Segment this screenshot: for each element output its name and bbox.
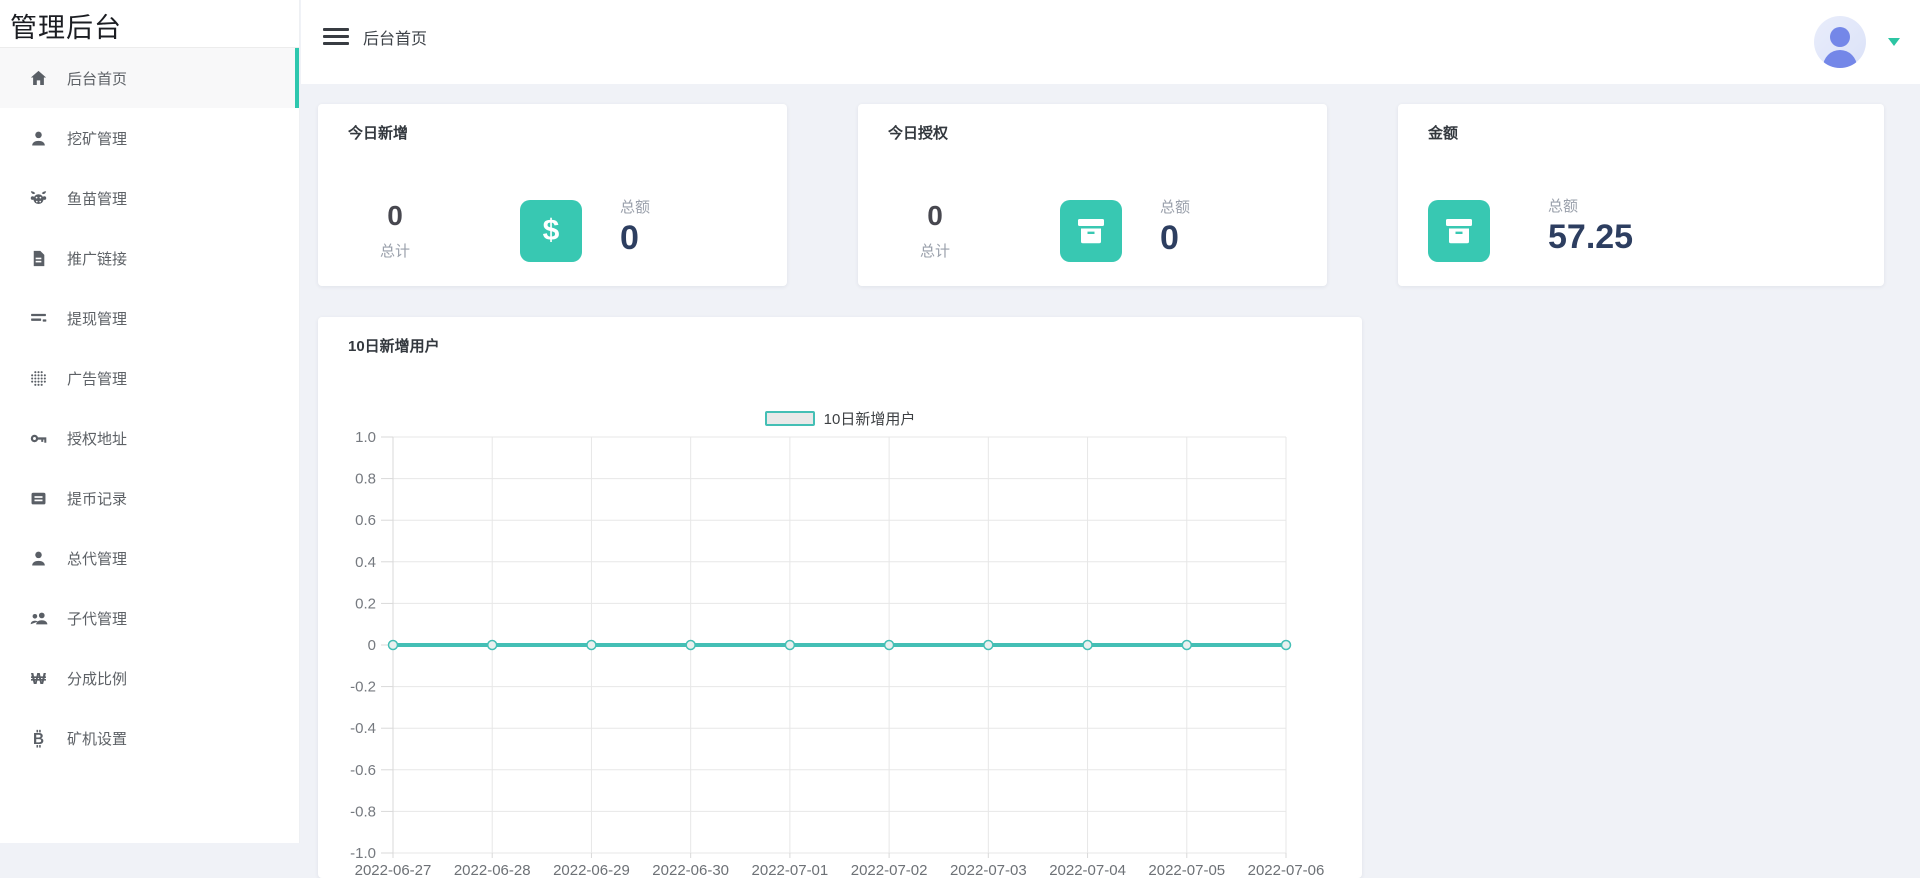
data-point-marker xyxy=(984,641,993,650)
stat-card-today-new: 今日新增 0 总计 $ 总额 0 xyxy=(318,104,787,286)
today-new-total: 总额 0 xyxy=(620,198,650,258)
stat-card-today-auth: 今日授权 0 总计 总额 0 xyxy=(858,104,1327,286)
data-point-marker xyxy=(488,641,497,650)
new-users-line-chart: 1.00.80.60.40.20-0.2-0.4-0.6-0.8-1.02022… xyxy=(318,317,1362,878)
sidebar-item-label: 后台首页 xyxy=(67,68,127,89)
y-axis-label: 0.6 xyxy=(355,512,376,529)
sidebar-item-mining[interactable]: 挖矿管理 xyxy=(0,108,299,168)
sidebar-item-label: 总代管理 xyxy=(67,548,127,569)
x-axis-label: 2022-07-02 xyxy=(851,862,928,878)
data-point-marker xyxy=(1083,641,1092,650)
y-axis-label: -0.4 xyxy=(350,720,376,737)
svg-text:₩: ₩ xyxy=(31,670,46,687)
y-axis-label: 1.0 xyxy=(355,429,376,446)
sidebar-item-label: 挖矿管理 xyxy=(67,128,127,149)
data-point-marker xyxy=(785,641,794,650)
list-lines-icon xyxy=(28,308,48,328)
top-header: 后台首页 xyxy=(301,0,1920,84)
dollar-icon: $ xyxy=(520,200,582,262)
data-point-marker xyxy=(1282,641,1291,650)
person-icon xyxy=(28,548,48,568)
stat-card-amount: 金额 总额 57.25 xyxy=(1398,104,1884,286)
y-axis-label: 0.4 xyxy=(355,554,376,571)
document-icon xyxy=(28,248,48,268)
sidebar-item-ads[interactable]: 广告管理 xyxy=(0,348,299,408)
data-point-marker xyxy=(587,641,596,650)
data-point-marker xyxy=(686,641,695,650)
dots-grid-icon xyxy=(28,368,48,388)
sidebar-item-label: 鱼苗管理 xyxy=(67,188,127,209)
x-axis-label: 2022-07-04 xyxy=(1049,862,1126,878)
archive-box-icon xyxy=(1428,200,1490,262)
x-axis-label: 2022-06-28 xyxy=(454,862,531,878)
card-title: 今日新增 xyxy=(348,122,408,143)
card-title: 今日授权 xyxy=(888,122,948,143)
sidebar-item-label: 分成比例 xyxy=(67,668,127,689)
bitcoin-icon: B xyxy=(28,728,48,748)
y-axis-label: -0.2 xyxy=(350,679,376,696)
home-icon xyxy=(28,68,48,88)
today-auth-total: 总额 0 xyxy=(1160,198,1190,258)
card-title: 金额 xyxy=(1428,122,1458,143)
data-point-marker xyxy=(885,641,894,650)
sidebar-item-label: 子代管理 xyxy=(67,608,127,629)
today-auth-count: 0 总计 xyxy=(885,200,985,261)
x-axis-label: 2022-06-27 xyxy=(355,862,432,878)
sidebar-item-label: 矿机设置 xyxy=(67,728,127,749)
amount-total: 总额 57.25 xyxy=(1548,197,1633,257)
bull-icon xyxy=(28,188,48,208)
note-icon xyxy=(28,488,48,508)
sidebar-item-label: 授权地址 xyxy=(67,428,127,449)
sidebar-item-general-agent[interactable]: 总代管理 xyxy=(0,528,299,588)
archive-box-icon xyxy=(1060,200,1122,262)
user-menu-chevron-down-icon[interactable] xyxy=(1888,38,1900,46)
new-users-chart-card: 10日新增用户 10日新增用户 1.00.80.60.40.20-0.2-0.4… xyxy=(318,317,1362,878)
sidebar-item-promo-links[interactable]: 推广链接 xyxy=(0,228,299,288)
sidebar-item-label: 广告管理 xyxy=(67,368,127,389)
sidebar-item-coin-withdraw-records[interactable]: 提币记录 xyxy=(0,468,299,528)
x-axis-label: 2022-06-30 xyxy=(652,862,729,878)
sidebar-item-miner-settings[interactable]: B 矿机设置 xyxy=(0,708,299,768)
avatar-body-shape xyxy=(1823,50,1857,68)
x-axis-label: 2022-07-01 xyxy=(752,862,829,878)
sidebar-item-auth-address[interactable]: 授权地址 xyxy=(0,408,299,468)
data-point-marker xyxy=(389,641,398,650)
breadcrumb-title: 后台首页 xyxy=(363,25,427,49)
x-axis-label: 2022-06-29 xyxy=(553,862,630,878)
sidebar-item-fry[interactable]: 鱼苗管理 xyxy=(0,168,299,228)
x-axis-label: 2022-07-03 xyxy=(950,862,1027,878)
today-new-count: 0 总计 xyxy=(345,200,445,261)
sidebar: 管理后台 后台首页 挖矿管理 鱼苗管理 推广链接 xyxy=(0,0,300,843)
sidebar-item-label: 提币记录 xyxy=(67,488,127,509)
user-avatar[interactable] xyxy=(1814,16,1866,68)
key-icon xyxy=(28,428,48,448)
avatar-head-shape xyxy=(1830,27,1850,47)
y-axis-label: 0.8 xyxy=(355,471,376,488)
sidebar-item-sub-agent[interactable]: 子代管理 xyxy=(0,588,299,648)
person-icon xyxy=(28,128,48,148)
svg-text:B: B xyxy=(32,730,43,747)
sidebar-item-commission-ratio[interactable]: ₩ 分成比例 xyxy=(0,648,299,708)
people-icon xyxy=(28,608,48,628)
y-axis-label: 0.2 xyxy=(355,595,376,612)
y-axis-label: -1.0 xyxy=(350,845,376,862)
sidebar-item-label: 提现管理 xyxy=(67,308,127,329)
sidebar-item-label: 推广链接 xyxy=(67,248,127,269)
hamburger-menu-icon[interactable] xyxy=(323,28,349,45)
x-axis-label: 2022-07-06 xyxy=(1248,862,1325,878)
x-axis-label: 2022-07-05 xyxy=(1148,862,1225,878)
data-point-marker xyxy=(1182,641,1191,650)
won-sign-icon: ₩ xyxy=(28,668,48,688)
sidebar-item-withdraw-mgmt[interactable]: 提现管理 xyxy=(0,288,299,348)
y-axis-label: 0 xyxy=(368,637,376,654)
y-axis-label: -0.8 xyxy=(350,803,376,820)
sidebar-item-dashboard[interactable]: 后台首页 xyxy=(0,48,299,108)
y-axis-label: -0.6 xyxy=(350,762,376,779)
app-title: 管理后台 xyxy=(0,0,299,48)
